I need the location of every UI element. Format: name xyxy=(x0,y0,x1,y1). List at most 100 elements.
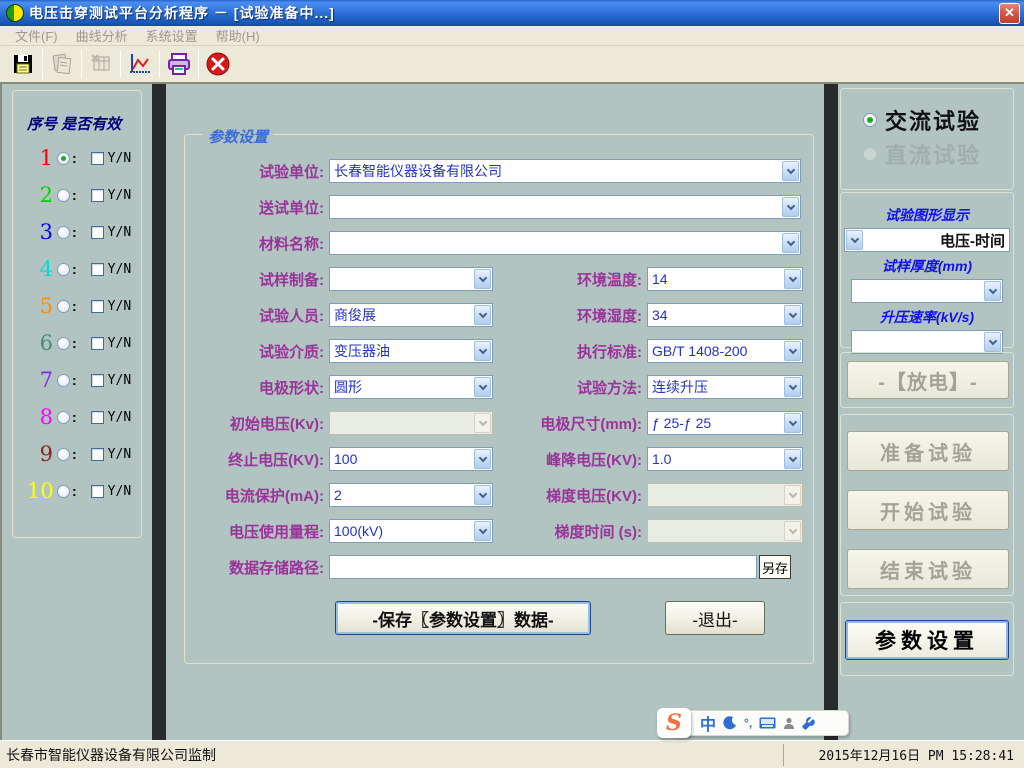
specimen-prep-combo[interactable] xyxy=(329,267,493,291)
sequence-radio-2[interactable] xyxy=(57,189,70,202)
person-icon[interactable] xyxy=(783,717,795,730)
graph-display-combo[interactable]: 电压-时间 xyxy=(844,228,1010,252)
combo-value: 长春智能仪器设备有限公司 xyxy=(330,161,781,181)
electrode-shape-combo[interactable]: 圆形 xyxy=(329,375,493,399)
standard-combo[interactable]: GB/T 1408-200 xyxy=(647,339,803,363)
sending-unit-combo[interactable] xyxy=(329,195,801,219)
sequence-radio-4[interactable] xyxy=(57,263,70,276)
stop-button[interactable] xyxy=(201,49,235,79)
menu-help[interactable]: 帮助(H) xyxy=(207,26,269,45)
voltage-range-combo[interactable]: 100(kV) xyxy=(329,519,493,543)
ac-test-radio[interactable] xyxy=(863,113,877,127)
export-table-button[interactable] xyxy=(84,49,118,79)
chevron-down-icon[interactable] xyxy=(474,521,491,541)
valid-checkbox-10[interactable] xyxy=(91,485,104,498)
sequence-radio-7[interactable] xyxy=(57,374,70,387)
valid-checkbox-1[interactable] xyxy=(91,152,104,165)
ime-logo[interactable]: S xyxy=(657,708,691,738)
print-button[interactable] xyxy=(162,49,196,79)
sequence-number: 10 xyxy=(27,481,53,502)
sequence-radio-8[interactable] xyxy=(57,411,70,424)
chevron-down-icon[interactable] xyxy=(474,449,491,469)
test-medium-combo[interactable]: 变压器油 xyxy=(329,339,493,363)
ime-chinese-mode[interactable]: 中 xyxy=(700,711,716,735)
material-name-combo[interactable] xyxy=(329,231,801,255)
test-method-label: 试验方法: xyxy=(511,377,647,398)
storage-path-input[interactable] xyxy=(329,555,757,579)
end-test-button[interactable]: 结束试验 xyxy=(847,549,1009,589)
rate-combo[interactable] xyxy=(851,330,1003,354)
discharge-button[interactable]: -【放电】- xyxy=(847,361,1009,399)
keyboard-icon[interactable] xyxy=(759,717,776,729)
save-as-button[interactable]: 另存 xyxy=(759,555,791,579)
close-button[interactable]: ✕ xyxy=(999,3,1020,24)
toolbar xyxy=(0,46,1024,84)
sequence-radio-3[interactable] xyxy=(57,226,70,239)
chevron-down-icon[interactable] xyxy=(984,281,1001,301)
test-unit-combo[interactable]: 长春智能仪器设备有限公司 xyxy=(329,159,801,183)
sequence-number: 7 xyxy=(27,370,53,391)
wrench-icon[interactable] xyxy=(802,717,815,730)
electrode-size-label: 电极尺寸(mm): xyxy=(511,413,647,434)
chevron-down-icon[interactable] xyxy=(782,161,799,181)
curve-analysis-button[interactable] xyxy=(123,49,157,79)
print-preview-button[interactable] xyxy=(45,49,79,79)
menu-curve-analysis[interactable]: 曲线分析 xyxy=(67,26,137,45)
chevron-down-icon[interactable] xyxy=(474,377,491,397)
moon-icon[interactable] xyxy=(723,716,737,730)
valid-checkbox-6[interactable] xyxy=(91,337,104,350)
valid-checkbox-5[interactable] xyxy=(91,300,104,313)
menu-file[interactable]: 文件(F) xyxy=(6,26,67,45)
chevron-down-icon[interactable] xyxy=(784,341,801,361)
end-voltage-combo[interactable]: 100 xyxy=(329,447,493,471)
chevron-down-icon[interactable] xyxy=(474,305,491,325)
exit-button[interactable]: -退出- xyxy=(665,601,765,635)
ac-test-option[interactable]: 交流试验 xyxy=(863,103,1013,137)
chevron-down-icon[interactable] xyxy=(474,485,491,505)
chevron-down-icon[interactable] xyxy=(784,449,801,469)
menu-system-settings[interactable]: 系统设置 xyxy=(137,26,207,45)
electrode-size-combo[interactable]: ƒ 25-ƒ 25 xyxy=(647,411,803,435)
test-method-combo[interactable]: 连续升压 xyxy=(647,375,803,399)
ac-test-label: 交流试验 xyxy=(885,104,981,136)
chevron-down-icon[interactable] xyxy=(784,305,801,325)
chevron-down-icon[interactable] xyxy=(784,413,801,433)
valid-checkbox-7[interactable] xyxy=(91,374,104,387)
sequence-number: 8 xyxy=(27,407,53,428)
chevron-down-icon[interactable] xyxy=(782,197,799,217)
sequence-radio-9[interactable] xyxy=(57,448,70,461)
test-person-combo[interactable]: 商俊展 xyxy=(329,303,493,327)
dc-test-label: 直流试验 xyxy=(885,138,981,170)
valid-checkbox-3[interactable] xyxy=(91,226,104,239)
save-button[interactable] xyxy=(6,49,40,79)
valid-checkbox-8[interactable] xyxy=(91,411,104,424)
chevron-down-icon[interactable] xyxy=(474,269,491,289)
save-params-button[interactable]: -保存〖参数设置〗数据- xyxy=(335,601,591,635)
ambient-humidity-combo[interactable]: 34 xyxy=(647,303,803,327)
current-protection-combo[interactable]: 2 xyxy=(329,483,493,507)
chevron-down-icon[interactable] xyxy=(784,269,801,289)
chevron-down-icon[interactable] xyxy=(846,230,863,250)
chevron-down-icon[interactable] xyxy=(474,341,491,361)
colon: : xyxy=(72,150,77,166)
peak-drop-voltage-combo[interactable]: 1.0 xyxy=(647,447,803,471)
yn-label: Y/N xyxy=(108,336,131,351)
param-settings-button[interactable]: 参数设置 xyxy=(845,620,1009,660)
sequence-number: 2 xyxy=(27,185,53,206)
sequence-radio-5[interactable] xyxy=(57,300,70,313)
sequence-radio-10[interactable] xyxy=(57,485,70,498)
start-test-button[interactable]: 开始试验 xyxy=(847,490,1009,530)
sequence-radio-6[interactable] xyxy=(57,337,70,350)
prepare-test-button[interactable]: 准备试验 xyxy=(847,431,1009,471)
thickness-combo[interactable] xyxy=(851,279,1003,303)
chevron-down-icon[interactable] xyxy=(984,332,1001,352)
sequence-radio-1[interactable] xyxy=(57,152,70,165)
ambient-temp-combo[interactable]: 14 xyxy=(647,267,803,291)
ime-punctuation[interactable]: °, xyxy=(744,716,752,730)
chevron-down-icon[interactable] xyxy=(784,377,801,397)
valid-checkbox-4[interactable] xyxy=(91,263,104,276)
chevron-down-icon[interactable] xyxy=(782,233,799,253)
toolbar-separator xyxy=(198,50,199,78)
valid-checkbox-9[interactable] xyxy=(91,448,104,461)
valid-checkbox-2[interactable] xyxy=(91,189,104,202)
